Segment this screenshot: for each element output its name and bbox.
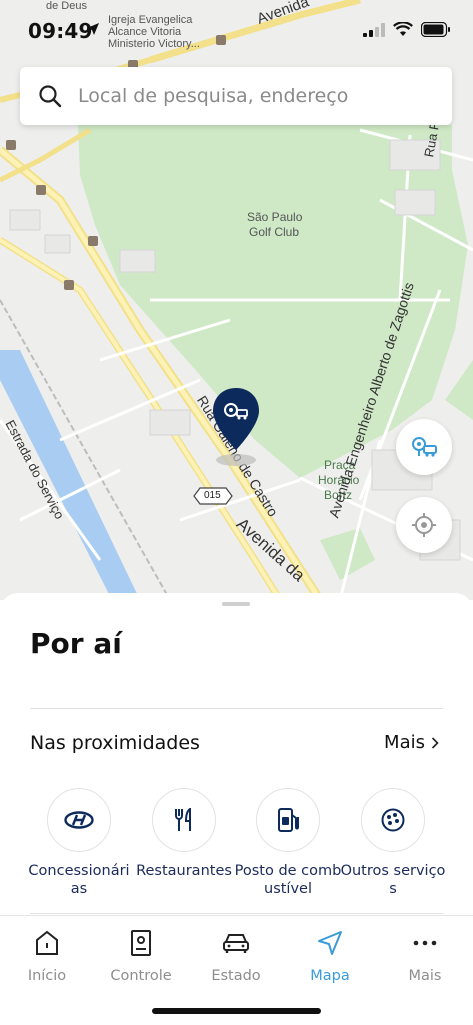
tab-more[interactable]: Mais (378, 928, 472, 984)
fuel-pump-icon (278, 808, 299, 832)
hyundai-logo-icon (64, 811, 94, 829)
more-dots-icon (413, 940, 437, 946)
sheet-drag-handle[interactable] (222, 602, 250, 606)
search-input[interactable] (76, 84, 400, 108)
sheet-title: Por aí (30, 627, 122, 660)
map-label: São Paulo (247, 210, 303, 224)
category-label: Concessionárias (28, 863, 130, 897)
search-icon (39, 85, 62, 108)
tab-status[interactable]: Estado (189, 928, 283, 984)
other-services-icon (381, 808, 405, 832)
navigation-arrow-icon (318, 931, 342, 955)
tab-label: Mapa (310, 968, 350, 984)
tab-home[interactable]: Início (0, 928, 94, 984)
location-arrow-icon (87, 23, 99, 35)
category-dealerships[interactable]: Concessionárias (24, 788, 134, 898)
remote-icon (131, 930, 151, 956)
tab-control[interactable]: Controle (94, 928, 188, 984)
vehicle-location-pin[interactable] (211, 388, 261, 470)
vehicle-location-button[interactable] (396, 419, 452, 475)
tab-label: Estado (211, 968, 261, 984)
more-link[interactable]: Mais (384, 732, 439, 753)
home-icon (36, 930, 58, 955)
home-indicator (152, 1008, 321, 1014)
status-bar: 09:49 (0, 0, 473, 60)
category-restaurants[interactable]: Restaurantes (129, 788, 239, 880)
nearby-sheet: Por aí Nas proximidades Mais Concessioná… (0, 593, 473, 933)
category-fuel-station[interactable]: Posto de combustível (233, 788, 343, 898)
crosshair-icon (412, 513, 436, 537)
category-label: Outros serviços (340, 863, 446, 897)
search-bar[interactable] (20, 67, 452, 125)
car-location-icon (412, 437, 437, 457)
category-label: Restaurantes (136, 863, 232, 879)
my-location-button[interactable] (396, 497, 452, 553)
more-link-label: Mais (384, 732, 425, 753)
fork-knife-icon (175, 808, 191, 831)
chevron-right-icon (431, 736, 439, 749)
tab-label: Mais (408, 968, 442, 984)
map-label: Golf Club (249, 225, 300, 239)
tab-label: Início (27, 968, 67, 984)
battery-icon (421, 22, 450, 37)
wifi-icon (393, 22, 413, 36)
tab-map[interactable]: Mapa (283, 928, 377, 984)
car-icon (223, 934, 249, 953)
category-other-services[interactable]: Outros serviços (338, 788, 448, 898)
status-time: 09:49 (28, 19, 93, 43)
route-number: 015 (204, 490, 221, 501)
section-title: Nas proximidades (30, 732, 200, 754)
signal-icon (363, 22, 385, 37)
divider (30, 913, 443, 914)
category-label: Posto de combustível (234, 863, 342, 897)
tab-label: Controle (110, 968, 172, 984)
divider (30, 708, 443, 709)
